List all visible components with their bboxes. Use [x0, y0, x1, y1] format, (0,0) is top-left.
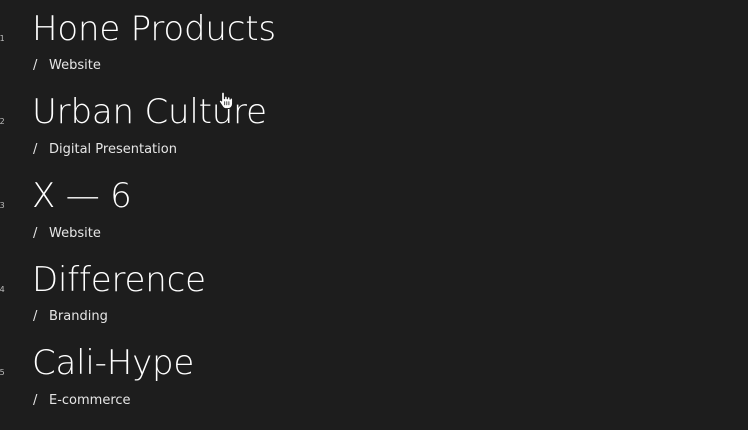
- project-number: 01: [0, 34, 6, 43]
- project-number: 05: [0, 368, 6, 377]
- category-slash: /: [33, 393, 38, 408]
- project-category: / Digital Presentation: [33, 143, 177, 156]
- category-label: Website: [49, 226, 101, 241]
- project-item-difference[interactable]: 04 Difference / Branding: [0, 260, 400, 340]
- project-number: 03: [0, 201, 6, 210]
- project-category: / Website: [33, 59, 101, 72]
- category-label: Branding: [49, 309, 108, 324]
- category-label: E-commerce: [49, 393, 131, 408]
- project-title[interactable]: Cali-Hype: [32, 346, 194, 380]
- hand-pointer-icon: [218, 91, 233, 109]
- project-category: / Branding: [33, 310, 108, 323]
- category-label: Digital Presentation: [49, 142, 177, 157]
- project-item-cali-hype[interactable]: 05 Cali-Hype / E-commerce: [0, 343, 400, 423]
- project-item-urban-culture[interactable]: 02 Urban Culture /Digital Presentation: [0, 92, 400, 172]
- project-number: 04: [0, 285, 6, 294]
- category-label: Website: [49, 58, 101, 73]
- project-category: / Website: [33, 227, 101, 240]
- category-slash: /: [33, 58, 38, 73]
- project-item-hone-products[interactable]: 01 Hone Products / Website: [0, 8, 400, 88]
- project-list: 01 Hone Products /Website 02 Urban Cultu…: [0, 0, 748, 430]
- category-slash: /: [33, 226, 38, 241]
- project-number: 02: [0, 117, 6, 126]
- project-title[interactable]: Hone Products: [32, 12, 276, 46]
- project-title[interactable]: Difference: [32, 263, 206, 297]
- project-item-x-6[interactable]: 03 X — 6 / Website: [0, 176, 400, 256]
- project-title[interactable]: X — 6: [32, 179, 132, 213]
- category-slash: /: [33, 309, 38, 324]
- project-category: / E-commerce: [33, 394, 131, 407]
- category-slash: /: [33, 142, 38, 157]
